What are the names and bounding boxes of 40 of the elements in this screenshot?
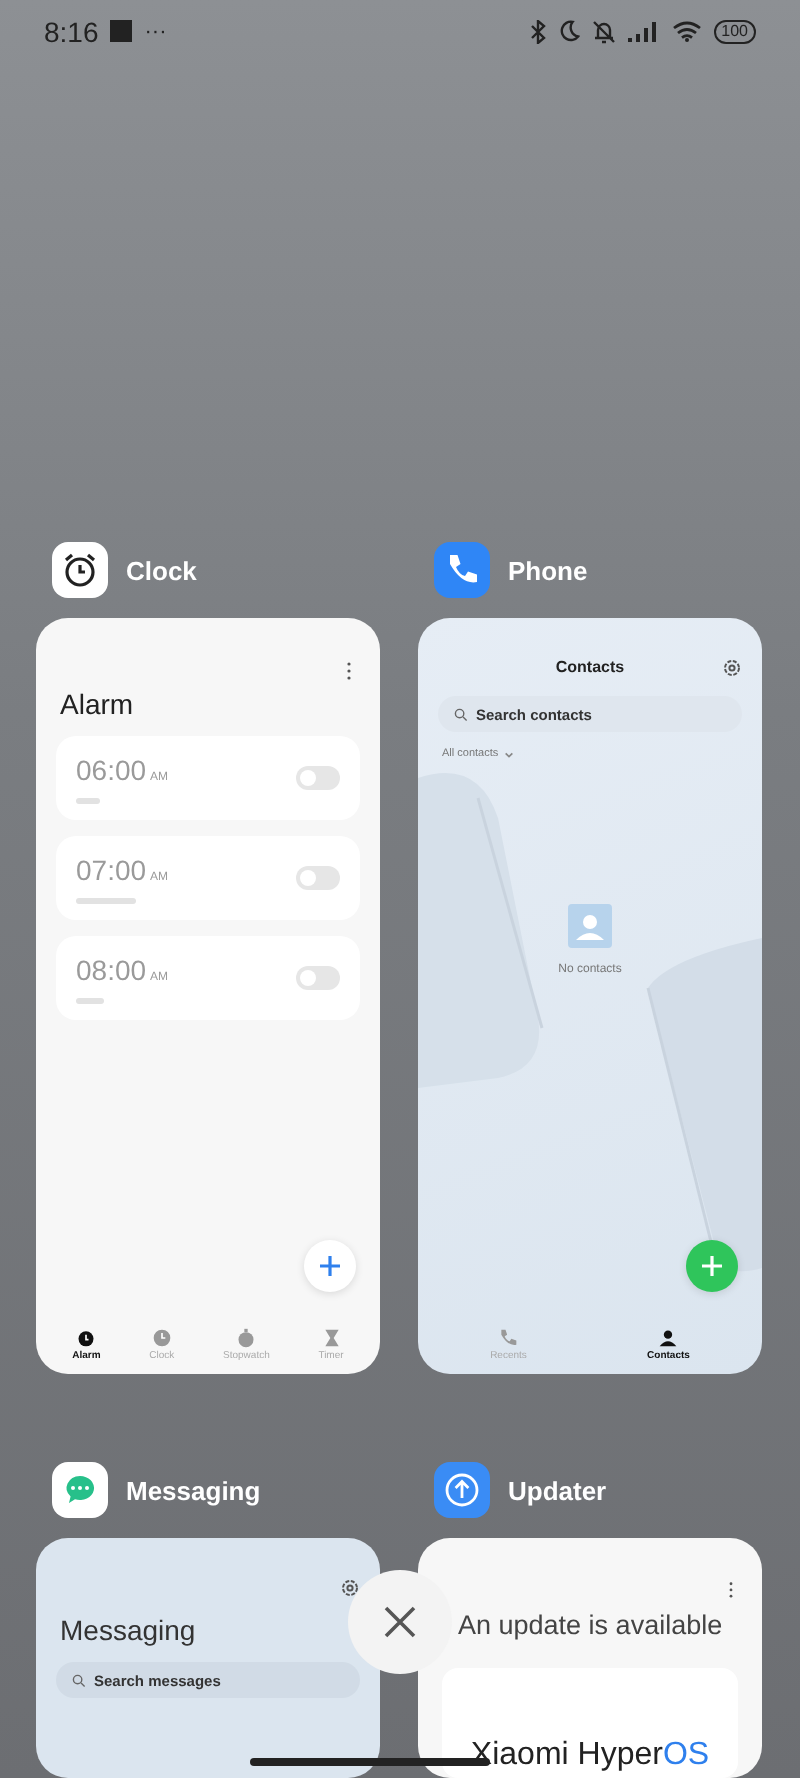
chat-bubble-icon[interactable] [52, 1462, 108, 1518]
signal-icon [627, 20, 660, 42]
upload-arrow-icon[interactable] [434, 1462, 490, 1518]
alarm-toggle[interactable] [296, 866, 340, 890]
search-icon [72, 1673, 86, 1687]
wifi-icon [671, 20, 702, 42]
plus-icon [700, 1254, 724, 1278]
update-heading: An update is available [458, 1609, 725, 1640]
battery-indicator: 100 [713, 19, 756, 43]
add-button[interactable] [304, 1240, 356, 1292]
moon-icon [557, 20, 580, 42]
muted-bell-icon [591, 19, 616, 43]
chevron-icon [504, 749, 515, 759]
more-icon[interactable] [346, 662, 352, 680]
close-icon [382, 1604, 418, 1640]
phone-icon[interactable] [434, 542, 490, 598]
more-notifications: ··· [144, 19, 167, 43]
plus-icon [318, 1254, 342, 1278]
screen-title: Contacts [555, 658, 625, 676]
alarm-toggle[interactable] [296, 966, 340, 990]
settings-icon[interactable] [722, 657, 742, 677]
app-name: Messaging [126, 1475, 261, 1505]
phone-icon [498, 1328, 519, 1348]
person-icon [658, 1328, 679, 1348]
app-name: Clock [126, 555, 197, 585]
stopwatch-icon [236, 1328, 257, 1348]
clock-icon [151, 1328, 172, 1348]
clock-time: 8:16 [44, 15, 99, 47]
bluetooth-icon [529, 19, 546, 43]
notification-icon [110, 20, 133, 42]
hourglass-icon [321, 1328, 341, 1348]
settings-icon[interactable] [340, 1578, 360, 1598]
search-icon [454, 707, 468, 721]
more-icon[interactable] [728, 1582, 734, 1598]
screen-title: Alarm [60, 688, 136, 720]
alarm-toggle[interactable] [296, 766, 340, 790]
app-name: Phone [508, 555, 588, 585]
app-name: Updater [508, 1475, 607, 1505]
screen-title: Messaging [60, 1614, 198, 1646]
contact-placeholder-icon [568, 904, 612, 948]
